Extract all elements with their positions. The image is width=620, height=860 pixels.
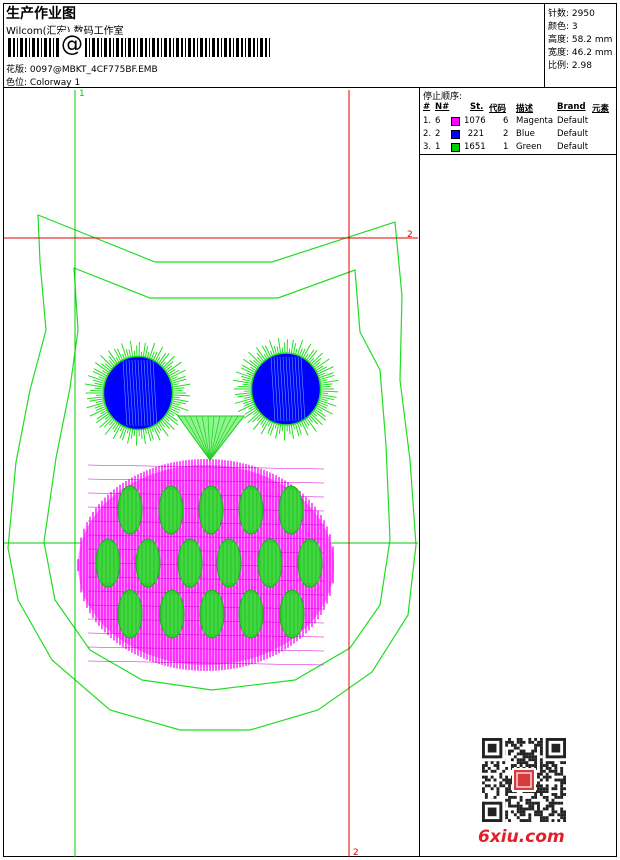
guide-label-v1: 1 [79, 89, 85, 99]
design-canvas: 1 2 2 [4, 89, 418, 858]
guide-label-v2: 2 [353, 848, 359, 858]
left-eye [84, 340, 191, 446]
beak [177, 415, 246, 461]
watermark-logo: 6xiu.com [478, 827, 565, 847]
guide-label-h2: 2 [407, 230, 413, 240]
right-eye [232, 338, 339, 441]
qr-code [482, 738, 566, 822]
